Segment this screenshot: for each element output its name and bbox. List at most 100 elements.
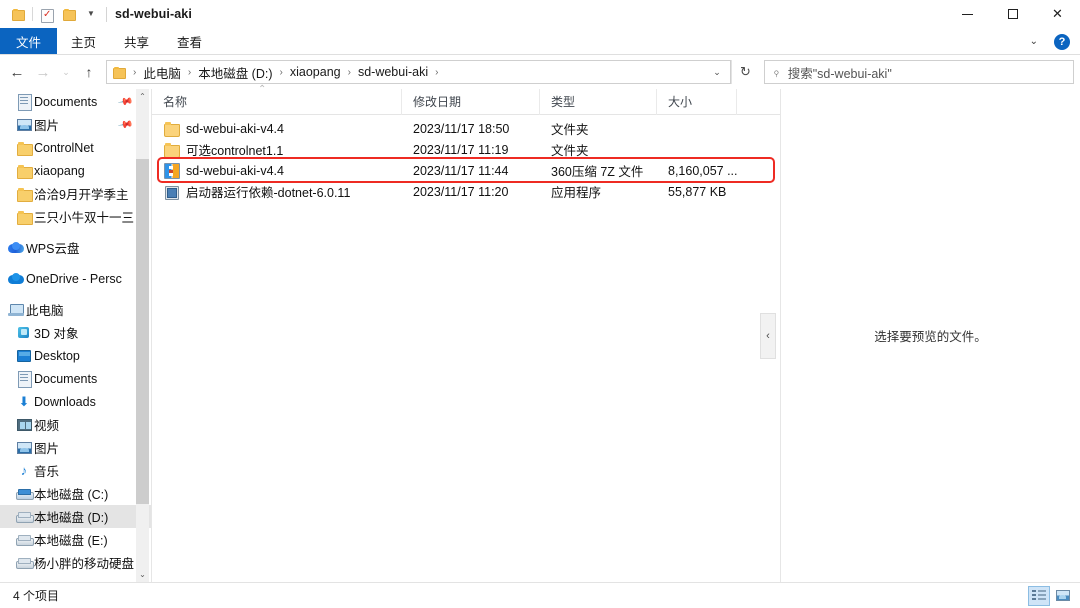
recent-locations-button[interactable]: ⌄ [56, 59, 76, 85]
qat-folder-icon[interactable] [7, 3, 29, 25]
sidebar-item-label: 图片 [34, 442, 60, 456]
breadcrumb-separator: › [133, 66, 137, 78]
breadcrumb-separator: › [279, 66, 283, 78]
sidebar-item-pictures[interactable]: 图片 [0, 436, 151, 459]
tab-home[interactable]: 主页 [57, 28, 110, 54]
minimize-button[interactable] [945, 0, 990, 28]
window-title: sd-webui-aki [115, 7, 192, 21]
cell-size [657, 118, 737, 139]
sidebar-item-documents[interactable]: Documents [0, 367, 151, 390]
column-label: 修改日期 [413, 95, 462, 109]
file-explorer-window: ▼ sd-webui-aki ✕ 文件 主页 共享 查看 ⌄ ? ← → ⌄ ↑… [0, 0, 1080, 608]
navigation-scrollbar[interactable]: ⌃ ⌄ [136, 89, 149, 582]
folder-icon [163, 121, 180, 137]
maximize-button[interactable] [990, 0, 1035, 28]
collapse-preview-button[interactable]: ‹ [760, 312, 776, 359]
pin-icon: 📌 [116, 93, 134, 110]
close-button[interactable]: ✕ [1035, 0, 1080, 28]
breadcrumb-item-3[interactable]: sd-webui-aki [355, 65, 431, 79]
sidebar-item-sanzhixiaoniu[interactable]: 三只小牛双十一三 [0, 205, 151, 228]
table-row[interactable]: sd-webui-aki-v4.4 2023/11/17 11:44 360压缩… [152, 160, 780, 181]
qat-properties-icon[interactable] [36, 3, 58, 25]
table-row[interactable]: 启动器运行依赖-dotnet-6.0.11 2023/11/17 11:20 应… [152, 181, 780, 202]
sidebar-item-controlnet[interactable]: ControlNet [0, 136, 151, 159]
table-row[interactable]: 可选controlnet1.1 2023/11/17 11:19 文件夹 [152, 139, 780, 160]
drive-icon [16, 555, 34, 571]
sidebar-item-videos[interactable]: 视频 [0, 413, 151, 436]
picture-icon [16, 117, 32, 133]
ribbon-expand-icon[interactable]: ⌄ [1024, 34, 1044, 49]
address-input[interactable]: › 此电脑 › 本地磁盘 (D:) › xiaopang › sd-webui-… [106, 60, 731, 84]
sidebar-item-pictures-quick[interactable]: 图片 📌 [0, 113, 151, 136]
column-label: 类型 [551, 95, 576, 109]
qat-new-folder-icon[interactable] [58, 3, 80, 25]
picture-icon [16, 440, 32, 456]
forward-button[interactable]: → [30, 59, 56, 85]
title-bar: ▼ sd-webui-aki ✕ [0, 0, 1080, 28]
sidebar-item-documents-quick[interactable]: Documents 📌 [0, 90, 151, 113]
sidebar-item-xiaopang[interactable]: xiaopang [0, 159, 151, 182]
tab-share[interactable]: 共享 [110, 28, 163, 54]
cell-name: sd-webui-aki-v4.4 [152, 118, 402, 139]
details-view-icon [1032, 589, 1046, 602]
scrollbar-thumb[interactable] [136, 159, 149, 504]
refresh-button[interactable]: ↻ [731, 60, 759, 84]
scroll-up-icon[interactable]: ⌃ [136, 89, 149, 104]
help-button[interactable]: ? [1054, 33, 1070, 50]
scroll-down-icon[interactable]: ⌄ [136, 567, 149, 582]
up-button[interactable]: ↑ [76, 59, 102, 85]
sidebar-item-drive-e[interactable]: 本地磁盘 (E:) [0, 528, 151, 551]
column-header-size[interactable]: 大小 [657, 88, 737, 115]
videos-icon [16, 417, 32, 433]
breadcrumb-item-2[interactable]: xiaopang [287, 65, 344, 79]
preview-message: 选择要预览的文件。 [874, 330, 987, 344]
address-bar: ← → ⌄ ↑ › 此电脑 › 本地磁盘 (D:) › xiaopang › s… [0, 55, 1080, 89]
sidebar-item-label: 音乐 [34, 465, 60, 479]
breadcrumb-item-1[interactable]: 本地磁盘 (D:) [195, 63, 275, 82]
cell-date: 2023/11/17 18:50 [413, 121, 510, 136]
sidebar-item-music[interactable]: ♪ 音乐 [0, 459, 151, 482]
sidebar-item-wps-cloud[interactable]: WPS云盘 [0, 236, 151, 259]
minimize-icon [962, 13, 973, 15]
sidebar-item-downloads[interactable]: ⬇ Downloads [0, 390, 151, 413]
back-button[interactable]: ← [4, 59, 30, 85]
tab-view[interactable]: 查看 [163, 28, 216, 54]
sidebar-item-label: WPS云盘 [26, 242, 80, 256]
address-dropdown-icon[interactable]: ⌄ [706, 61, 728, 83]
folder-icon [16, 140, 33, 156]
folder-icon [12, 8, 25, 21]
folder-icon [16, 209, 33, 225]
qat-customize-button[interactable]: ▼ [80, 3, 102, 25]
folder-icon [16, 186, 33, 202]
sidebar-item-desktop[interactable]: Desktop [0, 344, 151, 367]
search-box[interactable]: ⌕ 搜索"sd-webui-aki" [764, 60, 1074, 84]
navigation-list: Documents 📌 图片 📌 ControlNet xiaopang 洽洽9… [0, 89, 151, 574]
sidebar-item-drive-d[interactable]: 本地磁盘 (D:) [0, 505, 151, 528]
scrollbar-track[interactable] [136, 104, 149, 567]
large-icons-view-button[interactable] [1052, 586, 1074, 606]
sidebar-item-drive-c[interactable]: 本地磁盘 (C:) [0, 482, 151, 505]
sidebar-item-qiaqia[interactable]: 洽洽9月开学季主 [0, 182, 151, 205]
new-folder-icon [63, 8, 76, 21]
sidebar-item-label: 此电脑 [26, 304, 64, 318]
sidebar-item-label: ControlNet [34, 140, 94, 155]
table-row[interactable]: sd-webui-aki-v4.4 2023/11/17 18:50 文件夹 [152, 118, 780, 139]
sidebar-item-label: 本地磁盘 (D:) [34, 511, 109, 525]
column-header-date[interactable]: 修改日期 [402, 88, 540, 115]
sidebar-item-onedrive[interactable]: OneDrive - Persc [0, 267, 151, 290]
breadcrumb-item-0[interactable]: 此电脑 [140, 63, 184, 82]
sidebar-item-this-pc[interactable]: 此电脑 [0, 298, 151, 321]
cell-date: 2023/11/17 11:44 [413, 163, 509, 178]
details-view-button[interactable] [1028, 585, 1050, 606]
tab-file[interactable]: 文件 [0, 28, 58, 54]
file-rows: sd-webui-aki-v4.4 2023/11/17 18:50 文件夹 可… [152, 115, 780, 582]
sidebar-item-3d-objects[interactable]: 3D 对象 [0, 321, 151, 344]
sidebar-item-external-drive[interactable]: 杨小胖的移动硬盘 [0, 551, 151, 574]
item-count-label: 4 个项目 [13, 589, 60, 603]
sidebar-item-label: 洽洽9月开学季主 [34, 188, 129, 202]
column-header-name[interactable]: 名称 ⌃ [152, 84, 402, 115]
ribbon-tabs: 文件 主页 共享 查看 ⌄ ? [0, 28, 1080, 55]
qat-separator [32, 7, 33, 21]
column-header-type[interactable]: 类型 [540, 88, 657, 115]
